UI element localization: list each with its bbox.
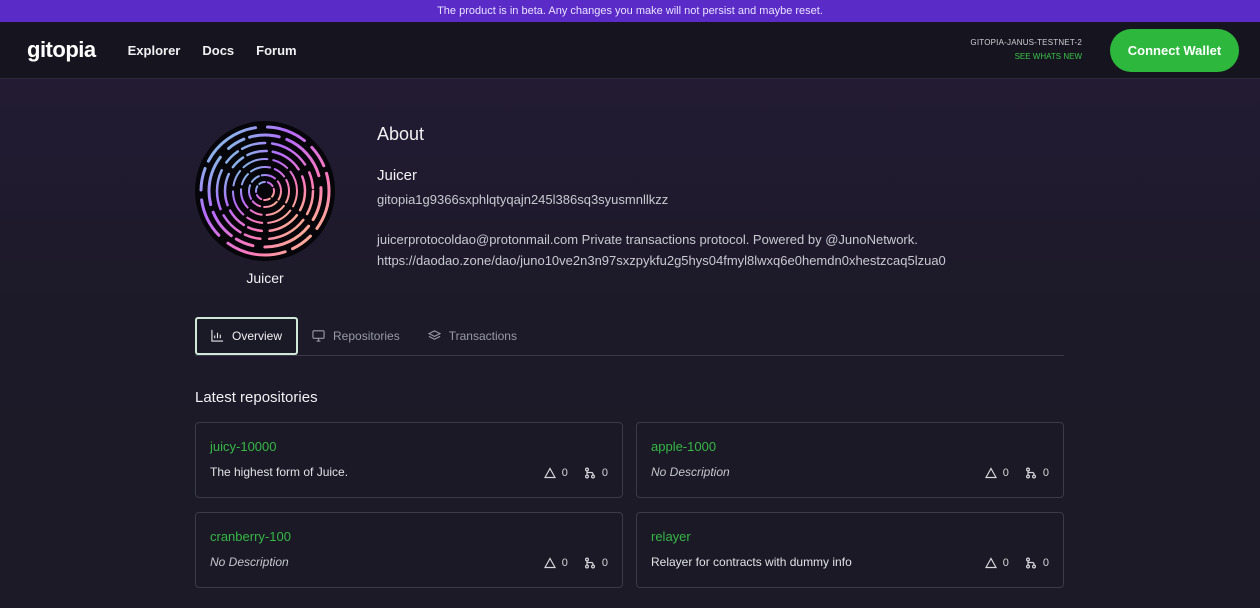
repo-stats: 0 0 <box>543 557 608 569</box>
issues-count: 0 <box>561 467 568 479</box>
spiral-avatar-icon <box>199 125 331 257</box>
fork-icon <box>1025 557 1036 569</box>
warning-triangle-icon <box>984 467 997 479</box>
repo-card[interactable]: cranberry-100 No Description 0 0 <box>195 512 623 588</box>
tab-overview[interactable]: Overview <box>195 316 299 355</box>
profile-tabs: Overview Repositories Transactions <box>195 316 1064 356</box>
issues-count: 0 <box>1002 557 1009 569</box>
repo-card[interactable]: apple-1000 No Description 0 0 <box>636 422 1064 498</box>
issues-stat: 0 <box>543 557 568 569</box>
repo-name[interactable]: apple-1000 <box>651 439 1049 454</box>
connect-wallet-button[interactable]: Connect Wallet <box>1110 28 1239 72</box>
gitopia-logo[interactable]: gitopia <box>27 35 96 65</box>
nav-link-docs[interactable]: Docs <box>202 43 234 58</box>
repo-stats: 0 0 <box>984 557 1049 569</box>
profile-bio: juicerprotocoldao@protonmail.com Private… <box>377 229 1057 271</box>
tab-overview-label: Overview <box>232 328 283 343</box>
profile-name: Juicer <box>377 167 418 184</box>
repo-name[interactable]: juicy-10000 <box>210 439 608 454</box>
beta-banner: The product is in beta. Any changes you … <box>0 0 1260 22</box>
warning-triangle-icon <box>543 467 556 479</box>
forks-count: 0 <box>1042 467 1049 479</box>
latest-repositories-heading: Latest repositories <box>195 389 318 406</box>
repo-stats: 0 0 <box>543 467 608 479</box>
forks-count: 0 <box>1042 557 1049 569</box>
repo-card[interactable]: relayer Relayer for contracts with dummy… <box>636 512 1064 588</box>
network-name: GITOPIA-JANUS-TESTNET-2 <box>970 38 1082 47</box>
forks-stat: 0 <box>584 557 608 569</box>
tab-repositories-label: Repositories <box>333 328 400 343</box>
forks-stat: 0 <box>1025 557 1049 569</box>
nav-links: Explorer Docs Forum <box>128 43 297 58</box>
tab-transactions-label: Transactions <box>448 328 517 343</box>
top-navbar: gitopia Explorer Docs Forum GITOPIA-JANU… <box>0 22 1260 79</box>
warning-triangle-icon <box>984 557 997 569</box>
repo-grid: juicy-10000 The highest form of Juice. 0… <box>195 422 1064 588</box>
chart-icon <box>211 329 224 342</box>
warning-triangle-icon <box>543 557 556 569</box>
repo-name[interactable]: relayer <box>651 529 1049 544</box>
beta-banner-text: The product is in beta. Any changes you … <box>437 5 823 17</box>
nav-link-explorer[interactable]: Explorer <box>128 43 181 58</box>
forks-count: 0 <box>601 467 608 479</box>
logo-text: gitopia <box>27 37 96 62</box>
forks-stat: 0 <box>584 467 608 479</box>
forks-stat: 0 <box>1025 467 1049 479</box>
fork-icon <box>1025 467 1036 479</box>
fork-icon <box>584 467 595 479</box>
repo-stats: 0 0 <box>984 467 1049 479</box>
bio-line-1: juicerprotocoldao@protonmail.com Private… <box>377 232 918 247</box>
about-section: About Juicer gitopia1g9366sxphlqtyqajn24… <box>377 124 1057 271</box>
about-heading: About <box>377 124 425 144</box>
wallet-address[interactable]: gitopia1g9366sxphlqtyqajn245l386sq3syusm… <box>377 192 1057 207</box>
layers-icon <box>427 330 441 340</box>
issues-stat: 0 <box>984 557 1009 569</box>
avatar <box>195 121 335 261</box>
bio-line-2[interactable]: https://daodao.zone/dao/juno10ve2n3n97sx… <box>377 250 1057 271</box>
repo-name[interactable]: cranberry-100 <box>210 529 608 544</box>
issues-count: 0 <box>561 557 568 569</box>
issues-stat: 0 <box>543 467 568 479</box>
nav-link-forum[interactable]: Forum <box>256 43 296 58</box>
issues-stat: 0 <box>984 467 1009 479</box>
issues-count: 0 <box>1002 467 1009 479</box>
main-area: Juicer About Juicer gitopia1g9366sxphlqt… <box>0 79 1260 608</box>
monitor-icon <box>312 330 325 342</box>
tab-repositories[interactable]: Repositories <box>298 317 414 355</box>
avatar-username: Juicer <box>246 270 284 286</box>
tab-transactions[interactable]: Transactions <box>414 317 531 355</box>
avatar-block: Juicer <box>195 121 335 286</box>
network-info: GITOPIA-JANUS-TESTNET-2 SEE WHATS NEW <box>970 36 1082 64</box>
forks-count: 0 <box>601 557 608 569</box>
whats-new-link[interactable]: SEE WHATS NEW <box>970 50 1082 64</box>
repo-card[interactable]: juicy-10000 The highest form of Juice. 0… <box>195 422 623 498</box>
fork-icon <box>584 557 595 569</box>
